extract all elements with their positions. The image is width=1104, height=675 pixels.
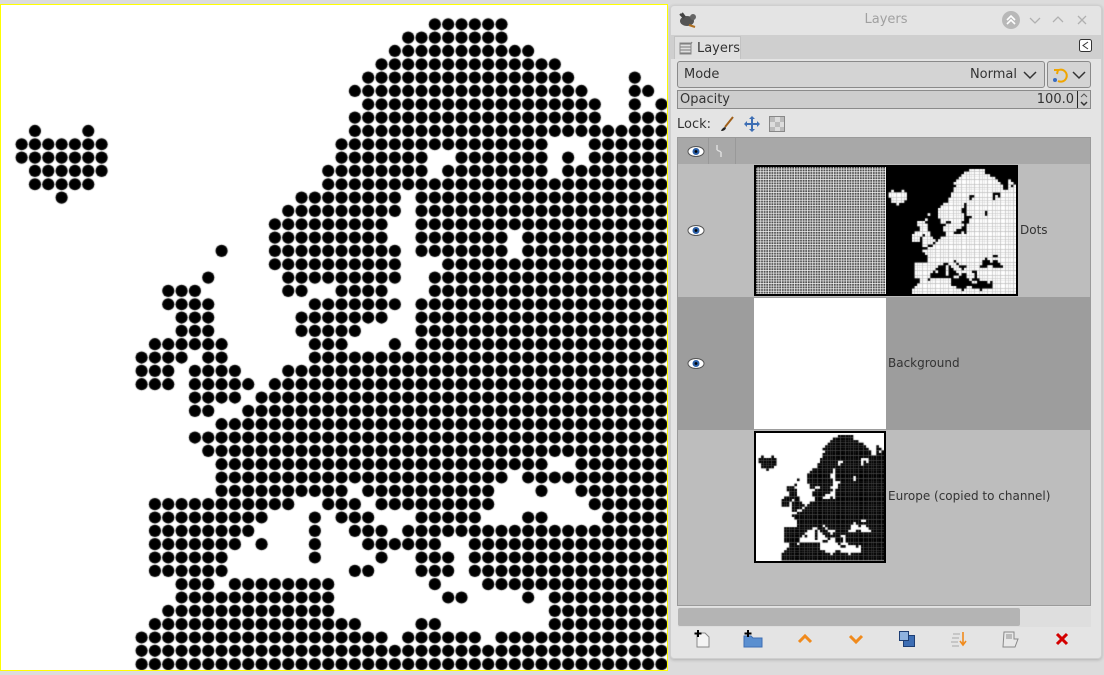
mode-value: Normal	[969, 67, 1017, 82]
merge-down-button[interactable]	[948, 628, 970, 650]
lower-layer-button[interactable]	[845, 628, 867, 650]
raise-layer-button[interactable]	[794, 628, 816, 650]
new-layer-group-button[interactable]	[742, 628, 764, 650]
layer-thumbnail-background	[754, 298, 886, 429]
opacity-value: 100.0	[1036, 92, 1074, 107]
tab-menu-icon[interactable]	[1079, 39, 1092, 52]
composite-mode-select[interactable]	[1047, 61, 1091, 88]
layers-icon	[679, 41, 693, 55]
lock-alpha-checker-icon[interactable]	[769, 116, 786, 132]
layers-dialog: Layers Layers Mode Normal Opacity 100.0 …	[670, 5, 1102, 659]
new-folder-icon	[743, 630, 763, 648]
close-button[interactable]	[1072, 10, 1092, 30]
lock-pixels-brush-icon[interactable]	[719, 116, 735, 132]
layer-mask-icon	[1002, 631, 1019, 648]
chevron-down-icon	[1029, 17, 1041, 24]
image-canvas[interactable]	[0, 4, 668, 671]
duplicate-icon	[899, 631, 915, 647]
tab-label: Layers	[696, 40, 740, 56]
merge-down-icon	[951, 632, 967, 647]
layer-name[interactable]: Europe (copied to channel)	[888, 489, 1050, 503]
layer-mask-preview[interactable]	[886, 167, 1016, 294]
mode-select[interactable]: Mode Normal	[677, 61, 1045, 88]
arrow-down-icon	[848, 634, 864, 645]
opacity-label: Opacity	[680, 92, 731, 107]
layer-name[interactable]: Dots	[1020, 223, 1048, 237]
layer-thumbnail-europe	[754, 431, 886, 563]
new-layer-button[interactable]	[691, 628, 713, 650]
chevron-down-icon	[1023, 70, 1037, 79]
reset-mode-icon	[1053, 68, 1068, 83]
keep-above-button[interactable]	[1001, 10, 1021, 30]
scrollbar-thumb[interactable]	[678, 608, 1020, 626]
dock-tab-bar: Layers	[671, 35, 1101, 59]
chevron-up-icon	[1052, 16, 1064, 23]
lock-label: Lock:	[677, 116, 712, 132]
new-layer-icon	[694, 630, 710, 648]
add-mask-button[interactable]	[999, 628, 1021, 650]
layer-row-dots[interactable]: Dots	[678, 164, 1090, 297]
layer-row-europe[interactable]: Europe (copied to channel)	[678, 430, 1090, 564]
layers-list[interactable]: Dots Background Europe (copied to channe…	[677, 137, 1091, 606]
chevron-down-icon	[1072, 70, 1086, 79]
layer-thumbnail-dots	[754, 165, 1018, 296]
lock-position-move-icon[interactable]	[743, 115, 761, 133]
minimize-button[interactable]	[1025, 10, 1045, 30]
layer-preview	[756, 433, 884, 561]
layer-name[interactable]: Background	[888, 356, 960, 370]
horizontal-scrollbar[interactable]	[678, 607, 1091, 627]
arrow-up-icon	[797, 633, 813, 644]
spin-arrows-icon[interactable]	[1078, 91, 1090, 108]
link-chain-header-icon	[716, 145, 722, 157]
delete-x-icon	[1055, 632, 1069, 646]
layer-row-background[interactable]: Background	[678, 297, 1090, 430]
opacity-spinner[interactable]: Opacity 100.0	[677, 90, 1091, 109]
mode-label: Mode	[684, 67, 720, 82]
chevrons-up-icon	[1002, 11, 1020, 29]
dots-map-image	[0, 4, 668, 671]
visibility-eye-icon[interactable]	[687, 225, 705, 236]
layer-preview	[756, 167, 886, 294]
close-icon	[1077, 15, 1087, 25]
layers-list-header	[678, 138, 1090, 164]
lock-row: Lock:	[677, 114, 786, 134]
delete-layer-button[interactable]	[1051, 628, 1073, 650]
duplicate-layer-button[interactable]	[896, 628, 918, 650]
visibility-header-eye-icon	[687, 146, 705, 157]
tab-layers[interactable]: Layers	[674, 36, 741, 59]
visibility-eye-icon[interactable]	[687, 358, 705, 369]
maximize-button[interactable]	[1048, 10, 1068, 30]
title-bar: Layers	[671, 6, 1101, 33]
